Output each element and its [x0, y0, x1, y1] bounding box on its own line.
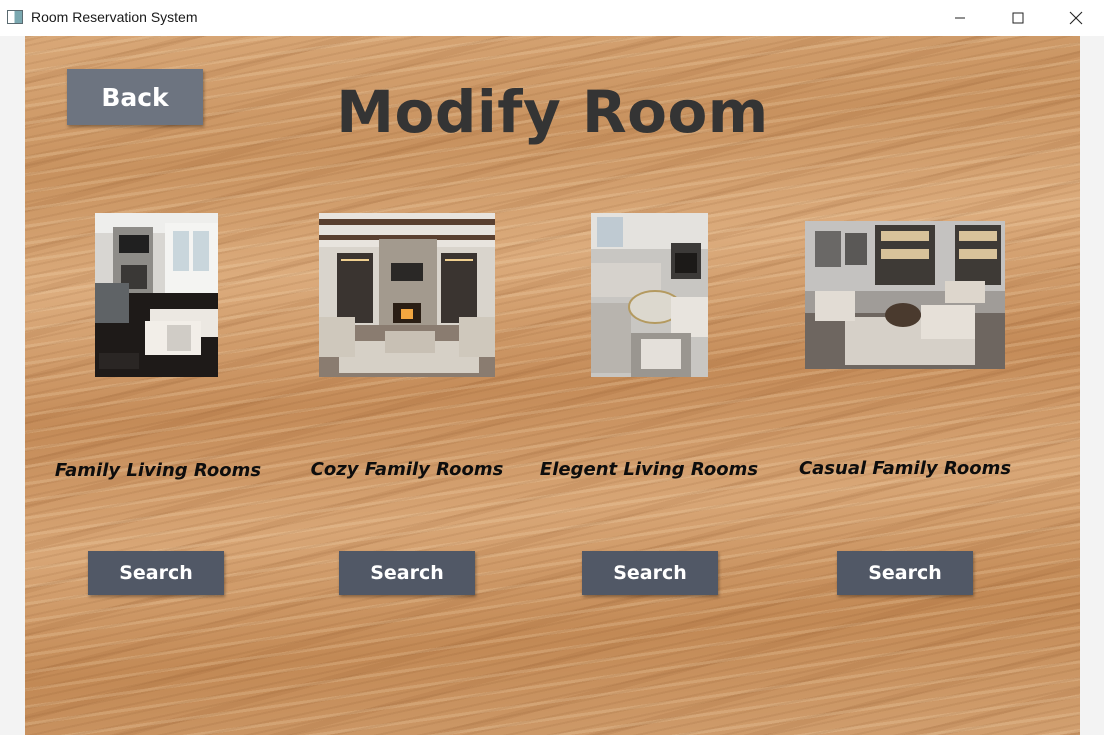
- title-bar: Room Reservation System: [0, 0, 1104, 36]
- page-title: Modify Room: [336, 78, 769, 146]
- room-image-elegent-living[interactable]: [591, 213, 708, 377]
- search-button-cozy-family[interactable]: Search: [339, 551, 475, 595]
- maximize-icon: [1012, 12, 1024, 24]
- search-button-family-living[interactable]: Search: [88, 551, 224, 595]
- room-label-cozy-family: Cozy Family Rooms: [310, 459, 504, 480]
- minimize-button[interactable]: [937, 0, 983, 36]
- back-button[interactable]: Back: [67, 69, 203, 125]
- app-window: Room Reservation System Back Modify Room: [0, 0, 1104, 735]
- search-button-casual-family[interactable]: Search: [837, 551, 973, 595]
- room-image-family-living[interactable]: [95, 213, 218, 377]
- room-label-family-living: Family Living Rooms: [54, 460, 262, 481]
- wood-panel: Back Modify Room Family Living Rooms Coz…: [25, 36, 1080, 735]
- close-button[interactable]: [1053, 0, 1099, 36]
- room-label-casual-family: Casual Family Rooms: [798, 458, 1012, 479]
- search-button-elegent-living[interactable]: Search: [582, 551, 718, 595]
- room-image-cozy-family[interactable]: [319, 213, 495, 377]
- maximize-button[interactable]: [995, 0, 1041, 36]
- window-title: Room Reservation System: [31, 9, 198, 25]
- minimize-icon: [955, 17, 965, 19]
- room-image-casual-family[interactable]: [805, 221, 1005, 369]
- close-icon: [1069, 11, 1083, 25]
- app-icon: [7, 10, 23, 24]
- room-label-elegent-living: Elegent Living Rooms: [539, 459, 759, 480]
